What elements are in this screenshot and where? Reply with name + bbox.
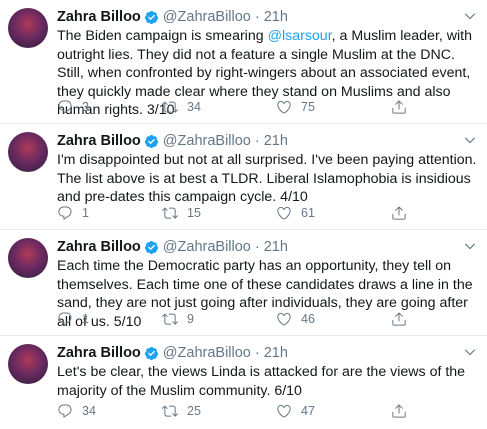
share-icon <box>391 403 407 419</box>
tweet-text: Let's be clear, the views Linda is attac… <box>57 364 466 399</box>
like-button[interactable]: 46 <box>276 311 315 327</box>
author-name[interactable]: Zahra Billoo <box>57 133 141 149</box>
share-icon <box>391 205 407 221</box>
like-icon <box>276 99 292 115</box>
reply-count: 1 <box>82 312 89 326</box>
share-button[interactable] <box>391 99 407 115</box>
reply-button[interactable]: 3 <box>57 99 89 115</box>
like-icon <box>276 205 292 221</box>
tweet-actions: 1 9 46 <box>57 311 467 329</box>
tweet-actions: 3 34 75 <box>57 99 467 117</box>
timestamp[interactable]: 21h <box>264 239 288 255</box>
author-name[interactable]: Zahra Billoo <box>57 345 141 361</box>
avatar[interactable] <box>8 132 48 172</box>
like-count: 47 <box>301 404 315 418</box>
like-icon <box>276 403 292 419</box>
reply-count: 1 <box>82 206 89 220</box>
author-handle[interactable]: @ZahraBilloo <box>163 9 251 25</box>
tweet-actions: 1 15 61 <box>57 205 467 223</box>
chevron-down-icon[interactable] <box>463 239 477 253</box>
retweet-count: 15 <box>187 206 201 220</box>
reply-icon <box>57 99 73 115</box>
chevron-down-icon[interactable] <box>463 9 477 23</box>
like-count: 46 <box>301 312 315 326</box>
retweet-count: 9 <box>187 312 194 326</box>
tweet-header: Zahra Billoo @ZahraBilloo · 21h <box>57 9 477 25</box>
tweet-text: I'm disappointed but not at all surprise… <box>57 152 477 205</box>
tweet-header: Zahra Billoo @ZahraBilloo · 21h <box>57 239 477 255</box>
retweet-icon <box>162 99 178 115</box>
retweet-button[interactable]: 25 <box>162 403 201 419</box>
share-icon <box>391 99 407 115</box>
tweet-actions: 34 25 47 <box>57 403 467 421</box>
retweet-button[interactable]: 9 <box>162 311 194 327</box>
reply-icon <box>57 403 73 419</box>
like-button[interactable]: 61 <box>276 205 315 221</box>
reply-icon <box>57 311 73 327</box>
tweet-header: Zahra Billoo @ZahraBilloo · 21h <box>57 345 477 361</box>
reply-icon <box>57 205 73 221</box>
retweet-button[interactable]: 15 <box>162 205 201 221</box>
tweet[interactable]: Zahra Billoo @ZahraBilloo · 21h Let's be… <box>0 336 487 429</box>
tweet-text-part: The Biden campaign is smearing <box>57 28 268 44</box>
reply-button[interactable]: 34 <box>57 403 96 419</box>
verified-badge-icon <box>144 10 159 25</box>
like-icon <box>276 311 292 327</box>
author-handle[interactable]: @ZahraBilloo <box>163 239 251 255</box>
chevron-down-icon[interactable] <box>463 345 477 359</box>
verified-badge-icon <box>144 134 159 149</box>
like-button[interactable]: 47 <box>276 403 315 419</box>
share-button[interactable] <box>391 205 407 221</box>
verified-badge-icon <box>144 346 159 361</box>
retweet-icon <box>162 311 178 327</box>
reply-button[interactable]: 1 <box>57 311 89 327</box>
author-handle[interactable]: @ZahraBilloo <box>163 345 251 361</box>
avatar[interactable] <box>8 238 48 278</box>
mention-link[interactable]: @lsarsour <box>268 28 332 44</box>
reply-count: 34 <box>82 404 96 418</box>
reply-count: 3 <box>82 100 89 114</box>
separator-dot: · <box>254 239 260 255</box>
timestamp[interactable]: 21h <box>264 345 288 361</box>
tweet-header: Zahra Billoo @ZahraBilloo · 21h <box>57 133 477 149</box>
chevron-down-icon[interactable] <box>463 133 477 147</box>
retweet-count: 34 <box>187 100 201 114</box>
share-button[interactable] <box>391 403 407 419</box>
author-name[interactable]: Zahra Billoo <box>57 9 141 25</box>
timestamp[interactable]: 21h <box>264 133 288 149</box>
retweet-icon <box>162 403 178 419</box>
tweet[interactable]: Zahra Billoo @ZahraBilloo · 21h I'm disa… <box>0 124 487 230</box>
retweet-icon <box>162 205 178 221</box>
retweet-button[interactable]: 34 <box>162 99 201 115</box>
verified-badge-icon <box>144 240 159 255</box>
author-handle[interactable]: @ZahraBilloo <box>163 133 251 149</box>
separator-dot: · <box>254 345 260 361</box>
like-count: 61 <box>301 206 315 220</box>
separator-dot: · <box>254 9 260 25</box>
separator-dot: · <box>254 133 260 149</box>
like-count: 75 <box>301 100 315 114</box>
tweet[interactable]: Zahra Billoo @ZahraBilloo · 21h The Bide… <box>0 0 487 124</box>
timestamp[interactable]: 21h <box>264 9 288 25</box>
author-name[interactable]: Zahra Billoo <box>57 239 141 255</box>
retweet-count: 25 <box>187 404 201 418</box>
reply-button[interactable]: 1 <box>57 205 89 221</box>
share-button[interactable] <box>391 311 407 327</box>
avatar[interactable] <box>8 8 48 48</box>
avatar[interactable] <box>8 344 48 384</box>
like-button[interactable]: 75 <box>276 99 315 115</box>
share-icon <box>391 311 407 327</box>
tweet[interactable]: Zahra Billoo @ZahraBilloo · 21h Each tim… <box>0 230 487 336</box>
